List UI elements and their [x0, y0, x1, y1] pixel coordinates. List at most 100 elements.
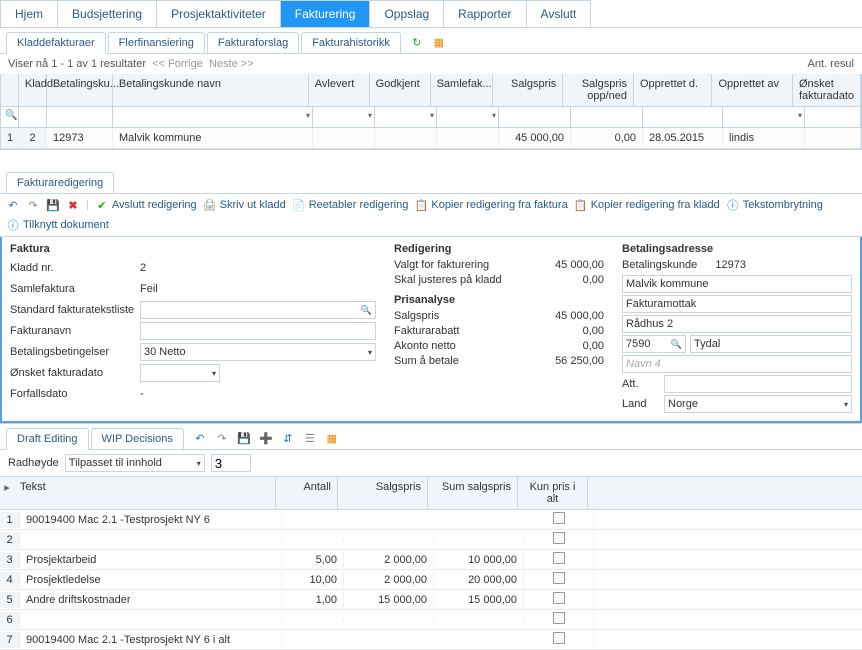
- filter-ofd[interactable]: [805, 107, 861, 127]
- line-sum[interactable]: [434, 618, 524, 622]
- cancel-icon[interactable]: ✖: [66, 198, 80, 212]
- filter-betalingsku[interactable]: [47, 107, 113, 127]
- radhoyde-select[interactable]: Tilpasset til innhold▾: [65, 454, 205, 472]
- line-salgspris[interactable]: [344, 618, 434, 622]
- line-row[interactable]: 6: [0, 610, 862, 630]
- chevron-down-icon[interactable]: ▾: [306, 111, 310, 120]
- checkbox-icon[interactable]: [553, 632, 565, 644]
- panel-tab-fakturaredigering[interactable]: Fakturaredigering: [6, 172, 114, 193]
- filter-salgspris[interactable]: [499, 107, 571, 127]
- line-kunpris[interactable]: [524, 510, 594, 529]
- subtab-fakturahistorikk[interactable]: Fakturahistorikk: [301, 32, 401, 53]
- navn4-input[interactable]: Navn 4: [622, 355, 852, 373]
- fakturanavn-input[interactable]: [140, 322, 376, 340]
- onsket-fakturadato-input[interactable]: ▾: [140, 364, 220, 382]
- filter-opprettet-d[interactable]: [643, 107, 723, 127]
- chevron-down-icon[interactable]: ▾: [492, 111, 496, 120]
- tab-hjem[interactable]: Hjem: [0, 0, 58, 27]
- filter-opprettet-av[interactable]: ▾: [723, 107, 805, 127]
- skriv-ut-kladd-button[interactable]: 🖨Skriv ut kladd: [203, 198, 286, 212]
- col-tekst[interactable]: Tekst: [14, 477, 276, 509]
- line-tekst[interactable]: Prosjektledelse: [20, 572, 282, 588]
- line-tekst[interactable]: 90019400 Mac 2.1 -Testprosjekt NY 6: [20, 512, 282, 528]
- tab-oppslag[interactable]: Oppslag: [369, 0, 444, 27]
- tab-fakturering[interactable]: Fakturering: [280, 0, 371, 27]
- line-kunpris[interactable]: [524, 550, 594, 569]
- col-sum-salgspris[interactable]: Sum salgspris: [428, 477, 518, 509]
- subtab-flerfinansiering[interactable]: Flerfinansiering: [108, 32, 205, 53]
- betalingsbet-select[interactable]: 30 Netto▾: [140, 343, 376, 361]
- line-salgspris[interactable]: 15 000,00: [344, 592, 434, 608]
- add-icon[interactable]: ➕: [258, 431, 274, 447]
- tilknytt-dokument-button[interactable]: ⓘTilknytt dokument: [6, 218, 109, 232]
- line-kunpris[interactable]: [524, 630, 594, 649]
- checkbox-icon[interactable]: [553, 572, 565, 584]
- mottak-input[interactable]: Fakturamottak: [622, 295, 852, 313]
- radhoyde-number[interactable]: [211, 454, 251, 472]
- line-tekst[interactable]: 90019400 Mac 2.1 -Testprosjekt NY 6 i al…: [20, 632, 282, 648]
- line-sum[interactable]: [434, 638, 524, 642]
- undo-icon[interactable]: ↶: [192, 431, 208, 447]
- line-row[interactable]: 2: [0, 530, 862, 550]
- tekstombrytning-button[interactable]: ⓘTekstombrytning: [726, 198, 823, 212]
- line-row[interactable]: 5Andre driftskostnader1,0015 000,0015 00…: [0, 590, 862, 610]
- kunde-navn-input[interactable]: Malvik kommune: [622, 275, 852, 293]
- line-antall[interactable]: [282, 618, 344, 622]
- line-sum[interactable]: 20 000,00: [434, 572, 524, 588]
- refresh-icon[interactable]: ↻: [409, 35, 425, 51]
- col-avlevert[interactable]: Avlevert: [309, 74, 370, 106]
- line-kunpris[interactable]: [524, 610, 594, 629]
- checkbox-icon[interactable]: [553, 612, 565, 624]
- prev-link[interactable]: << Forrige: [152, 58, 203, 70]
- subtab-fakturaforslag[interactable]: Fakturaforslag: [207, 32, 299, 53]
- save-icon[interactable]: 💾: [46, 198, 60, 212]
- redo-icon[interactable]: ↷: [214, 431, 230, 447]
- col-salgspris-oppned[interactable]: Salgspris opp/ned: [563, 74, 634, 106]
- col-line-salgspris[interactable]: Salgspris: [338, 477, 428, 509]
- col-opprettet-d[interactable]: Opprettet d.: [634, 74, 713, 106]
- col-godkjent[interactable]: Godkjent: [370, 74, 431, 106]
- line-antall[interactable]: 5,00: [282, 552, 344, 568]
- line-sum[interactable]: [434, 518, 524, 522]
- tab-budsjettering[interactable]: Budsjettering: [57, 0, 157, 27]
- line-row[interactable]: 190019400 Mac 2.1 -Testprosjekt NY 6: [0, 510, 862, 530]
- hierarchy-icon[interactable]: ⇵: [280, 431, 296, 447]
- tab-prosjektaktiviteter[interactable]: Prosjektaktiviteter: [156, 0, 281, 27]
- line-tekst[interactable]: Prosjektarbeid: [20, 552, 282, 568]
- line-antall[interactable]: [282, 538, 344, 542]
- checkbox-icon[interactable]: [553, 512, 565, 524]
- line-row[interactable]: 3Prosjektarbeid5,002 000,0010 000,00: [0, 550, 862, 570]
- reetabler-redigering-button[interactable]: 📄Reetabler redigering: [292, 198, 409, 212]
- line-antall[interactable]: [282, 518, 344, 522]
- adresse-input[interactable]: Rådhus 2: [622, 315, 852, 333]
- att-input[interactable]: [664, 375, 852, 393]
- undo-icon[interactable]: ↶: [6, 198, 20, 212]
- line-kunpris[interactable]: [524, 590, 594, 609]
- redo-icon[interactable]: ↷: [26, 198, 40, 212]
- line-sum[interactable]: [434, 538, 524, 542]
- line-salgspris[interactable]: [344, 638, 434, 642]
- tab-wip-decisions[interactable]: WIP Decisions: [91, 428, 184, 449]
- tab-avslutt[interactable]: Avslutt: [526, 0, 592, 27]
- checkbox-icon[interactable]: [553, 552, 565, 564]
- filter-godkjent[interactable]: ▾: [375, 107, 437, 127]
- col-kladd[interactable]: Kladd...: [19, 74, 47, 106]
- line-kunpris[interactable]: [524, 530, 594, 549]
- line-salgspris[interactable]: [344, 538, 434, 542]
- line-row[interactable]: 790019400 Mac 2.1 -Testprosjekt NY 6 i a…: [0, 630, 862, 650]
- avslutt-redigering-button[interactable]: ✔Avslutt redigering: [95, 198, 197, 212]
- land-select[interactable]: Norge▾: [664, 395, 852, 413]
- filter-kladd[interactable]: [19, 107, 47, 127]
- std-liste-input[interactable]: 🔍: [140, 301, 376, 319]
- line-salgspris[interactable]: 2 000,00: [344, 572, 434, 588]
- line-kunpris[interactable]: [524, 570, 594, 589]
- next-link[interactable]: Neste >>: [209, 58, 254, 70]
- line-sum[interactable]: 10 000,00: [434, 552, 524, 568]
- line-antall[interactable]: 1,00: [282, 592, 344, 608]
- chevron-down-icon[interactable]: ▾: [798, 111, 802, 120]
- line-tekst[interactable]: [20, 538, 282, 542]
- filter-navn[interactable]: ▾: [113, 107, 313, 127]
- col-kun-pris[interactable]: Kun pris i alt: [518, 477, 588, 509]
- line-tekst[interactable]: [20, 618, 282, 622]
- line-antall[interactable]: [282, 638, 344, 642]
